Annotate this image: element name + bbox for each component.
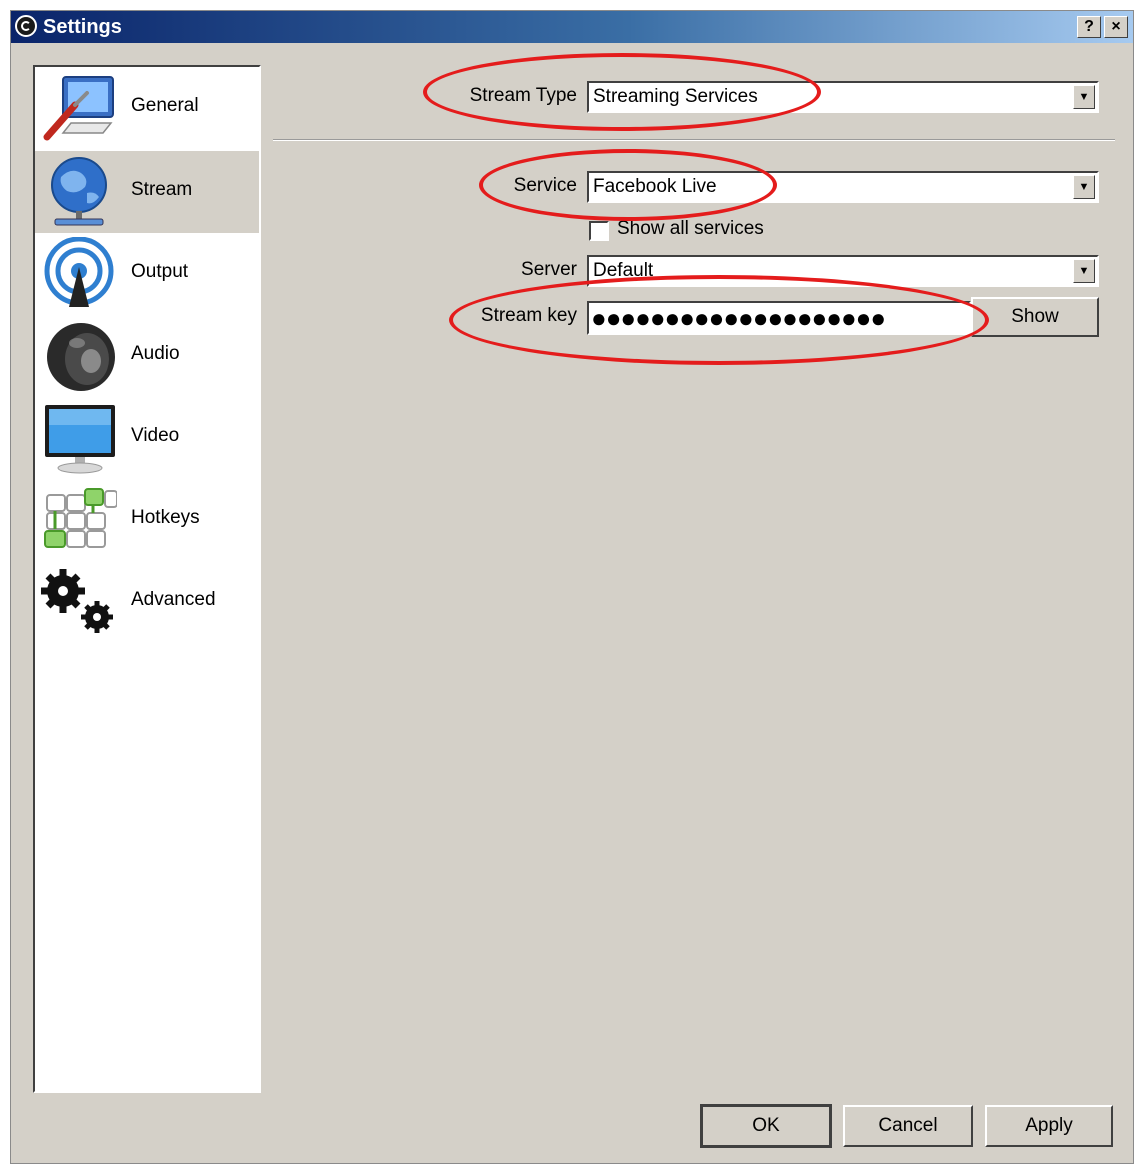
help-button[interactable]: ? bbox=[1077, 16, 1101, 38]
settings-sidebar: General Stream Output Audio Video Hotkey… bbox=[33, 65, 261, 1093]
show-all-services-checkbox[interactable] bbox=[589, 221, 609, 241]
chevron-down-icon[interactable]: ▼ bbox=[1073, 85, 1095, 109]
sidebar-item-general[interactable]: General bbox=[35, 67, 259, 149]
sidebar-item-label: Audio bbox=[131, 343, 180, 364]
chevron-down-icon[interactable]: ▼ bbox=[1073, 259, 1095, 283]
settings-window: Settings ? × General Stream Output Audio… bbox=[10, 10, 1134, 1164]
show-key-button[interactable]: Show bbox=[971, 297, 1099, 337]
title-bar[interactable]: Settings ? × bbox=[11, 11, 1133, 43]
speaker-icon bbox=[47, 323, 115, 391]
server-label: Server bbox=[521, 259, 577, 280]
gears-icon bbox=[41, 569, 113, 633]
show-all-services-label[interactable]: Show all services bbox=[617, 218, 764, 240]
sidebar-item-label: Output bbox=[131, 261, 189, 282]
sidebar-item-label: Stream bbox=[131, 179, 193, 200]
globe-network-icon bbox=[51, 157, 107, 226]
sidebar-item-video[interactable]: Video bbox=[35, 397, 259, 479]
broadcast-antenna-icon bbox=[44, 237, 114, 307]
chevron-down-icon[interactable]: ▼ bbox=[1073, 175, 1095, 199]
sidebar-item-output[interactable]: Output bbox=[35, 233, 259, 315]
window-title: Settings bbox=[43, 16, 122, 38]
sidebar-item-audio[interactable]: Audio bbox=[35, 315, 259, 397]
annotation-circle-service bbox=[479, 149, 777, 221]
general-settings-icon bbox=[43, 76, 114, 141]
annotation-circle-stream-type bbox=[423, 53, 821, 131]
sidebar-item-label: Video bbox=[131, 425, 180, 446]
separator bbox=[273, 139, 1115, 141]
sidebar-item-hotkeys[interactable]: Hotkeys bbox=[35, 479, 259, 561]
monitor-icon bbox=[45, 405, 115, 474]
sidebar-item-label: Advanced bbox=[131, 589, 216, 610]
keyboard-icon bbox=[44, 488, 117, 548]
apply-button[interactable]: Apply bbox=[985, 1105, 1113, 1147]
ok-button[interactable]: OK bbox=[700, 1104, 832, 1148]
cancel-button[interactable]: Cancel bbox=[843, 1105, 973, 1147]
sidebar-item-label: Hotkeys bbox=[131, 507, 200, 528]
sidebar-item-advanced[interactable]: Advanced bbox=[35, 561, 259, 643]
annotation-circle-stream-key bbox=[449, 275, 989, 365]
sidebar-item-stream[interactable]: Stream bbox=[35, 151, 259, 233]
close-button[interactable]: × bbox=[1104, 16, 1128, 38]
sidebar-item-label: General bbox=[131, 95, 199, 116]
obs-logo-icon bbox=[15, 15, 37, 37]
